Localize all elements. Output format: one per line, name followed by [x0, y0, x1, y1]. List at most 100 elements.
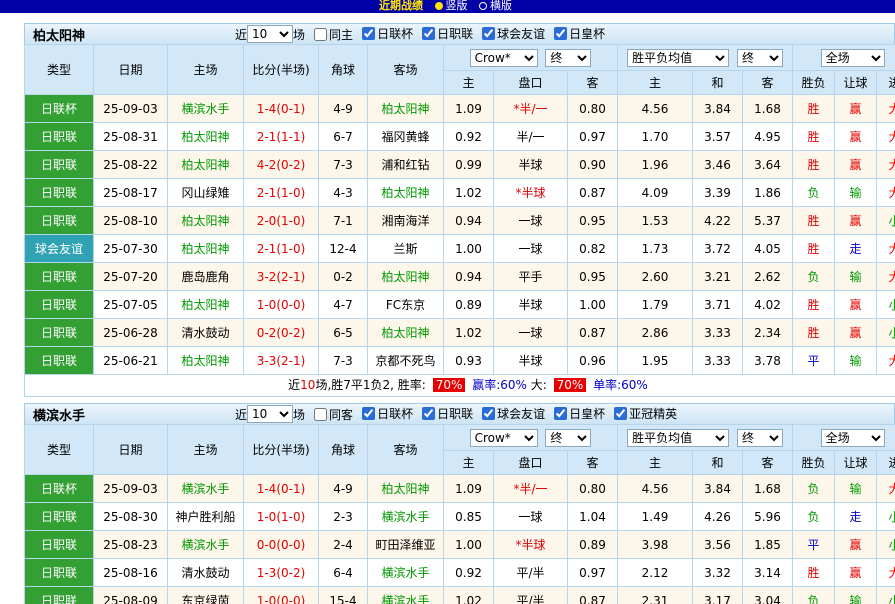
odds-source-select[interactable]: Crow* — [470, 49, 538, 67]
away-team-link[interactable]: 横滨水手 — [368, 503, 444, 531]
scope-select[interactable]: 全场 — [821, 429, 885, 447]
away-team-link[interactable]: 柏太阳神 — [368, 95, 444, 123]
odds-source-select[interactable]: Crow* — [470, 429, 538, 447]
league-cell[interactable]: 日职联 — [25, 559, 94, 587]
league-filter[interactable]: 日联杯 — [362, 25, 413, 42]
league-filter[interactable]: 日皇杯 — [554, 25, 605, 42]
away-team-link[interactable]: 京都不死鸟 — [368, 347, 444, 375]
avg-draw-cell: 3.72 — [693, 235, 743, 263]
away-team-link[interactable]: 横滨水手 — [368, 587, 444, 604]
home-team-link[interactable]: 柏太阳神 — [168, 347, 244, 375]
away-team-link[interactable]: 横滨水手 — [368, 559, 444, 587]
league-filter[interactable]: 球会友谊 — [482, 405, 545, 422]
avg-source-select[interactable]: 胜平负均值 — [627, 49, 729, 67]
odds-final-select[interactable]: 终 — [545, 49, 591, 67]
avg-final-select[interactable]: 终 — [737, 429, 783, 447]
league-filter[interactable]: 日职联 — [422, 25, 473, 42]
league-checkbox[interactable] — [554, 407, 567, 420]
avg-source-select[interactable]: 胜平负均值 — [627, 429, 729, 447]
date-cell: 25-08-22 — [94, 151, 168, 179]
league-cell[interactable]: 日职联 — [25, 503, 94, 531]
league-cell[interactable]: 日职联 — [25, 531, 94, 559]
layout-horizontal-radio[interactable]: 横版 — [479, 0, 512, 12]
odds-final-select[interactable]: 终 — [545, 429, 591, 447]
league-cell[interactable]: 日职联 — [25, 179, 94, 207]
league-cell[interactable]: 球会友谊 — [25, 235, 94, 263]
score-link[interactable]: 2-1(1-1) — [244, 123, 319, 151]
home-team-link[interactable]: 清水鼓动 — [168, 319, 244, 347]
handicap-cell: 平/半 — [494, 559, 568, 587]
home-team-link[interactable]: 鹿岛鹿角 — [168, 263, 244, 291]
handicap-cell: 半/一 — [494, 123, 568, 151]
league-cell[interactable]: 日职联 — [25, 347, 94, 375]
league-checkbox[interactable] — [482, 407, 495, 420]
league-cell[interactable]: 日联杯 — [25, 475, 94, 503]
near-count-select[interactable]: 10 — [247, 405, 293, 423]
score-link[interactable]: 2-1(1-0) — [244, 179, 319, 207]
away-team-link[interactable]: 柏太阳神 — [368, 263, 444, 291]
score-link[interactable]: 2-0(1-0) — [244, 207, 319, 235]
scope-select[interactable]: 全场 — [821, 49, 885, 67]
home-team-link[interactable]: 柏太阳神 — [168, 123, 244, 151]
home-team-link[interactable]: 横滨水手 — [168, 95, 244, 123]
home-team-link[interactable]: 柏太阳神 — [168, 207, 244, 235]
league-checkbox[interactable] — [422, 27, 435, 40]
avg-final-select[interactable]: 终 — [737, 49, 783, 67]
home-team-link[interactable]: 神户胜利船 — [168, 503, 244, 531]
league-cell[interactable]: 日联杯 — [25, 95, 94, 123]
layout-vertical-radio[interactable]: 竖版 — [435, 0, 468, 12]
away-team-link[interactable]: 柏太阳神 — [368, 475, 444, 503]
home-team-link[interactable]: 柏太阳神 — [168, 151, 244, 179]
league-filter[interactable]: 日职联 — [422, 405, 473, 422]
score-link[interactable]: 1-0(0-0) — [244, 587, 319, 604]
away-team-link[interactable]: FC东京 — [368, 291, 444, 319]
score-link[interactable]: 0-0(0-0) — [244, 531, 319, 559]
away-team-link[interactable]: 町田泽维亚 — [368, 531, 444, 559]
score-link[interactable]: 1-0(1-0) — [244, 503, 319, 531]
home-team-link[interactable]: 横滨水手 — [168, 531, 244, 559]
league-cell[interactable]: 日职联 — [25, 587, 94, 604]
league-checkbox[interactable] — [362, 27, 375, 40]
score-link[interactable]: 2-1(1-0) — [244, 235, 319, 263]
same-venue-filter[interactable]: 同客 — [314, 406, 353, 423]
score-link[interactable]: 1-4(0-1) — [244, 95, 319, 123]
home-team-link[interactable]: 柏太阳神 — [168, 291, 244, 319]
home-team-link[interactable]: 冈山绿雉 — [168, 179, 244, 207]
league-checkbox[interactable] — [422, 407, 435, 420]
league-cell[interactable]: 日职联 — [25, 151, 94, 179]
league-cell[interactable]: 日职联 — [25, 291, 94, 319]
score-link[interactable]: 1-0(0-0) — [244, 291, 319, 319]
league-filter[interactable]: 球会友谊 — [482, 25, 545, 42]
score-link[interactable]: 1-4(0-1) — [244, 475, 319, 503]
league-cell[interactable]: 日职联 — [25, 123, 94, 151]
league-cell[interactable]: 日职联 — [25, 319, 94, 347]
away-team-link[interactable]: 兰斯 — [368, 235, 444, 263]
league-filter[interactable]: 日皇杯 — [554, 405, 605, 422]
score-link[interactable]: 3-3(2-1) — [244, 347, 319, 375]
same-venue-checkbox[interactable] — [314, 408, 327, 421]
same-venue-filter[interactable]: 同主 — [314, 26, 353, 43]
league-cell[interactable]: 日职联 — [25, 207, 94, 235]
league-filter[interactable]: 日联杯 — [362, 405, 413, 422]
near-count-select[interactable]: 10 — [247, 25, 293, 43]
league-cell[interactable]: 日职联 — [25, 263, 94, 291]
away-team-link[interactable]: 福冈黄蜂 — [368, 123, 444, 151]
home-team-link[interactable]: 清水鼓动 — [168, 559, 244, 587]
away-team-link[interactable]: 柏太阳神 — [368, 179, 444, 207]
home-team-link[interactable]: 柏太阳神 — [168, 235, 244, 263]
home-team-link[interactable]: 横滨水手 — [168, 475, 244, 503]
away-team-link[interactable]: 湘南海洋 — [368, 207, 444, 235]
home-team-link[interactable]: 东京绿茵 — [168, 587, 244, 604]
league-checkbox[interactable] — [614, 407, 627, 420]
score-link[interactable]: 0-2(0-2) — [244, 319, 319, 347]
same-venue-checkbox[interactable] — [314, 28, 327, 41]
away-team-link[interactable]: 浦和红钻 — [368, 151, 444, 179]
league-checkbox[interactable] — [482, 27, 495, 40]
score-link[interactable]: 4-2(0-2) — [244, 151, 319, 179]
score-link[interactable]: 1-3(0-2) — [244, 559, 319, 587]
league-filter[interactable]: 亚冠精英 — [614, 405, 677, 422]
score-link[interactable]: 3-2(2-1) — [244, 263, 319, 291]
away-team-link[interactable]: 柏太阳神 — [368, 319, 444, 347]
league-checkbox[interactable] — [362, 407, 375, 420]
league-checkbox[interactable] — [554, 27, 567, 40]
